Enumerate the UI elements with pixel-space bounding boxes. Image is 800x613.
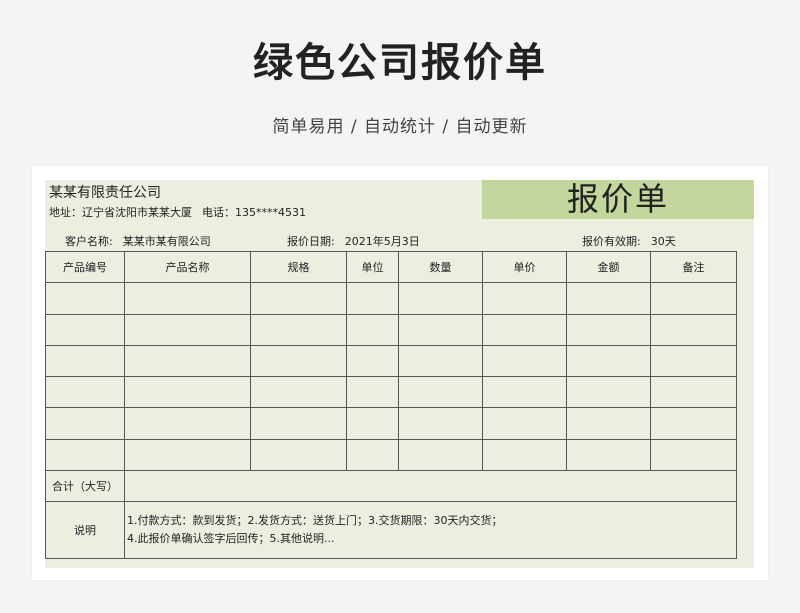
table-cell[interactable] (398, 282, 483, 315)
table-row (45, 344, 737, 378)
table-row (45, 438, 737, 472)
notes-label: 说明 (45, 501, 125, 559)
table-cell[interactable] (566, 344, 651, 378)
table-cell[interactable] (250, 313, 347, 346)
table-cell[interactable] (346, 344, 399, 378)
table-cell[interactable] (398, 407, 483, 440)
page-title: 绿色公司报价单 (253, 40, 547, 86)
table-cell[interactable] (124, 282, 251, 315)
table-cell[interactable] (566, 376, 651, 409)
valid-period-label: 报价有效期: (582, 235, 641, 248)
table-cell[interactable] (566, 407, 651, 440)
table-cell[interactable] (346, 407, 399, 440)
table-row (45, 407, 737, 440)
table-cell[interactable] (250, 376, 347, 409)
total-label: 合计（大写） (45, 470, 125, 503)
table-cell[interactable] (482, 407, 567, 440)
table-cell[interactable] (45, 344, 125, 378)
table-cell[interactable] (482, 376, 567, 409)
table-cell[interactable] (482, 438, 567, 472)
valid-period-value[interactable]: 30天 (651, 235, 676, 248)
table-cell[interactable] (124, 344, 251, 378)
table-cell[interactable] (45, 313, 125, 346)
table-cell[interactable] (650, 376, 737, 409)
customer-label: 客户名称: (65, 235, 113, 248)
table-row (45, 376, 737, 409)
quote-banner: 报价单 (482, 180, 754, 219)
table-cell[interactable] (124, 407, 251, 440)
quote-date-info: 报价日期: 2021年5月3日 (287, 233, 420, 249)
table-cell[interactable] (398, 344, 483, 378)
table-cell[interactable] (45, 282, 125, 315)
table-row (45, 282, 737, 315)
table-cell[interactable] (566, 282, 651, 315)
company-phone: 电话：135****4531 (202, 206, 306, 219)
table-cell[interactable] (346, 313, 399, 346)
table-cell[interactable] (124, 438, 251, 472)
column-header: 数量 (398, 250, 483, 284)
table-cell[interactable] (482, 313, 567, 346)
table-cell[interactable] (250, 438, 347, 472)
table-cell[interactable] (346, 282, 399, 315)
valid-period-info: 报价有效期: 30天 (582, 233, 676, 249)
table-cell[interactable] (346, 438, 399, 472)
table-cell[interactable] (566, 438, 651, 472)
customer-info: 客户名称: 某某市某有限公司 (65, 233, 211, 249)
column-header: 金额 (566, 250, 651, 284)
table-cell[interactable] (398, 438, 483, 472)
table-cell[interactable] (566, 313, 651, 346)
customer-value[interactable]: 某某市某有限公司 (123, 235, 211, 248)
table-cell[interactable] (482, 344, 567, 378)
quote-card: 某某有限责任公司 地址：辽宁省沈阳市某某大厦 电话：135****4531 报价单… (32, 166, 768, 580)
column-header: 规格 (250, 250, 347, 284)
quote-date-label: 报价日期: (287, 235, 335, 248)
table-cell[interactable] (650, 407, 737, 440)
table-cell[interactable] (124, 313, 251, 346)
table-cell[interactable] (45, 407, 125, 440)
table-cell[interactable] (250, 407, 347, 440)
table-cell[interactable] (398, 313, 483, 346)
table-cell[interactable] (650, 438, 737, 472)
table-header-row: 产品编号 产品名称 规格 单位 数量 单价 金额 备注 (45, 250, 737, 284)
page-subtitle: 简单易用 / 自动统计 / 自动更新 (272, 117, 528, 137)
table-cell[interactable] (398, 376, 483, 409)
company-name: 某某有限责任公司 (49, 185, 161, 201)
table-cell[interactable] (650, 282, 737, 315)
table-cell[interactable] (45, 376, 125, 409)
notes-line: 4.此报价单确认签字后回传；5.其他说明... (127, 532, 335, 546)
quote-table: 产品编号 产品名称 规格 单位 数量 单价 金额 备注 合计（大写） 说明 1.… (45, 250, 737, 559)
column-header: 产品名称 (124, 250, 251, 284)
notes-row: 说明 1.付款方式：款到发货；2.发货方式：送货上门；3.交货期限：30天内交货… (45, 501, 737, 559)
table-cell[interactable] (482, 282, 567, 315)
column-header: 备注 (650, 250, 737, 284)
quote-sheet: 某某有限责任公司 地址：辽宁省沈阳市某某大厦 电话：135****4531 报价单… (45, 180, 754, 568)
total-value-cell[interactable] (124, 470, 737, 503)
notes-line: 1.付款方式：款到发货；2.发货方式：送货上门；3.交货期限：30天内交货； (127, 514, 503, 528)
table-cell[interactable] (45, 438, 125, 472)
table-cell[interactable] (250, 344, 347, 378)
table-cell[interactable] (650, 344, 737, 378)
table-cell[interactable] (124, 376, 251, 409)
column-header: 单价 (482, 250, 567, 284)
column-header: 单位 (346, 250, 399, 284)
notes-content[interactable]: 1.付款方式：款到发货；2.发货方式：送货上门；3.交货期限：30天内交货； 4… (124, 501, 737, 559)
company-address: 地址：辽宁省沈阳市某某大厦 (49, 206, 192, 219)
quote-date-value[interactable]: 2021年5月3日 (345, 235, 420, 248)
table-cell[interactable] (346, 376, 399, 409)
company-contact: 地址：辽宁省沈阳市某某大厦 电话：135****4531 (49, 204, 316, 220)
table-cell[interactable] (250, 282, 347, 315)
table-row (45, 313, 737, 346)
total-row: 合计（大写） (45, 470, 737, 503)
table-cell[interactable] (650, 313, 737, 346)
column-header: 产品编号 (45, 250, 125, 284)
